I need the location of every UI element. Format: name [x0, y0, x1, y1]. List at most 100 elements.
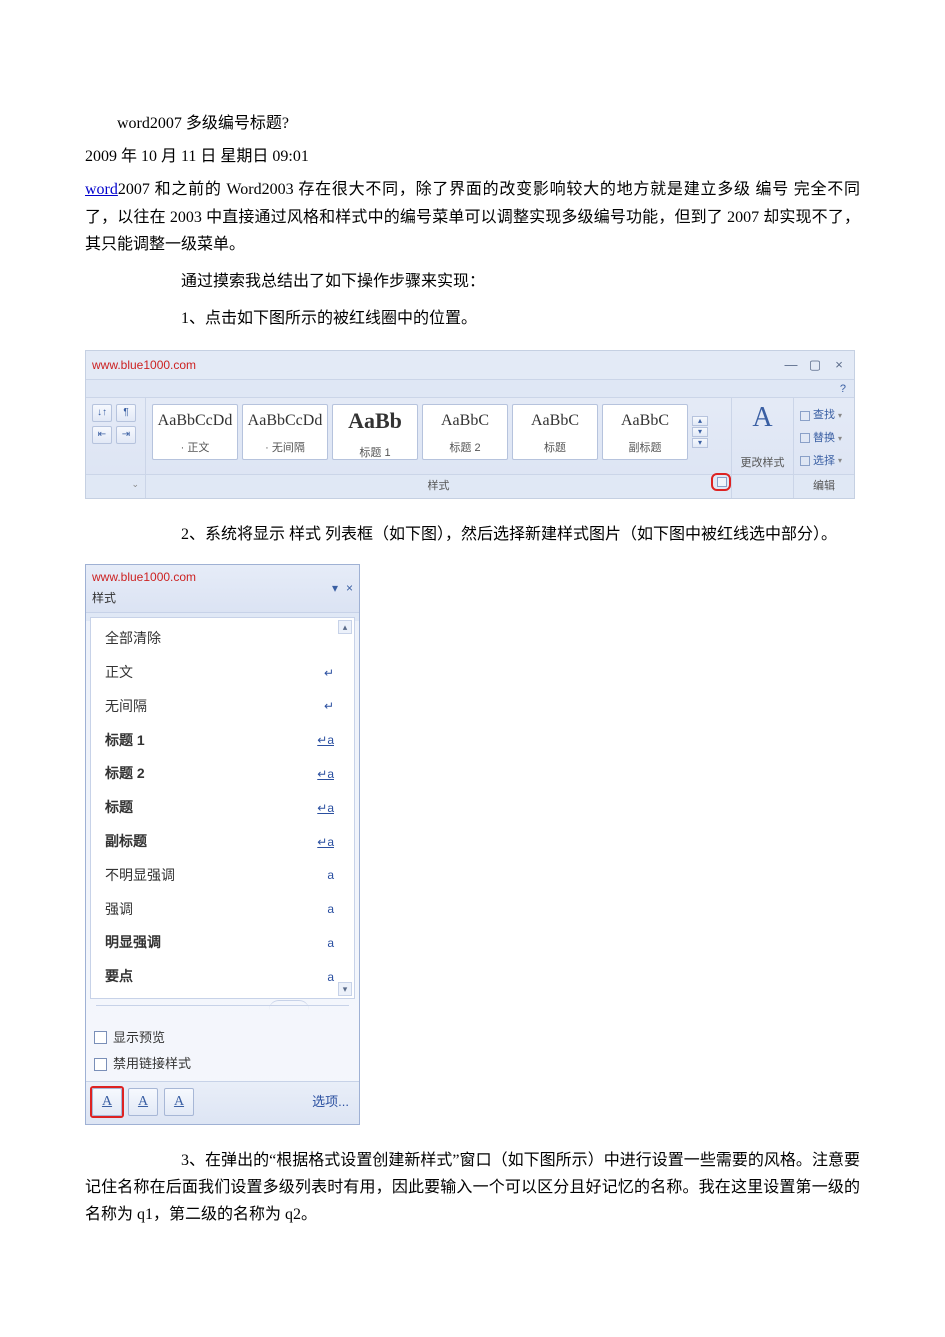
manage-styles-button[interactable]: A	[164, 1088, 194, 1116]
style-list-item[interactable]: 不明显强调 a	[91, 859, 354, 893]
step-2-text: 2、系统将显示 样式 列表框（如下图），然后选择新建样式图片（如下图中被红线选中…	[85, 521, 860, 548]
edit-item[interactable]: 查找 ▾	[800, 406, 848, 425]
style-name: 标题	[105, 796, 133, 820]
style-type-icon: ↵a	[317, 764, 334, 784]
style-type-icon: ↵	[324, 663, 334, 683]
style-name: 无间隔	[105, 695, 147, 719]
style-type-icon: ↵a	[317, 798, 334, 818]
style-tile[interactable]: AaBbCcDd · 正文	[152, 404, 238, 460]
edit-item-icon	[800, 433, 810, 443]
ribbon-footer-paragraph: ⌄	[86, 475, 146, 498]
chevron-up-icon: ▴	[692, 416, 708, 426]
ribbon-footer-styles-label: 样式	[428, 480, 450, 492]
style-preview-text: AaBbC	[531, 407, 579, 434]
edit-item-label: 替换	[813, 429, 835, 448]
ribbon-group-styles: AaBbCcDd· 正文AaBbCcDd· 无间隔AaBb标题 1AaBbC标题…	[146, 398, 732, 474]
style-list-item[interactable]: 标题 ↵a	[91, 791, 354, 825]
chevron-down-icon: ▾	[838, 432, 842, 446]
style-name: 全部清除	[105, 627, 161, 651]
style-list-item[interactable]: 明显强调 a	[91, 926, 354, 960]
style-tile[interactable]: AaBbCcDd· 无间隔	[242, 404, 328, 460]
word-link[interactable]: word	[85, 181, 118, 198]
show-preview-label: 显示预览	[113, 1027, 165, 1049]
ribbon-footer-styles: 样式	[146, 475, 732, 498]
ribbon-footer: ⌄ 样式 编辑	[86, 474, 854, 498]
styles-options-link[interactable]: 选项...	[312, 1091, 349, 1113]
style-type-icon: a	[327, 933, 334, 953]
ribbon-group-change-style[interactable]: A 更改样式	[732, 398, 794, 474]
style-inspector-button[interactable]: A	[128, 1088, 158, 1116]
indent-right-button[interactable]: ⇥	[116, 426, 136, 444]
checkbox-icon	[94, 1031, 107, 1044]
style-tile-label: · 正文	[181, 439, 210, 458]
edit-item[interactable]: 替换 ▾	[800, 429, 848, 448]
style-name: 要点	[105, 965, 133, 989]
red-highlight-box	[90, 1086, 124, 1118]
help-icon[interactable]: ?	[840, 380, 846, 397]
style-type-icon: ↵	[324, 696, 334, 716]
minimize-icon[interactable]: —	[784, 354, 798, 376]
style-tile[interactable]: AaBbC副标题	[602, 404, 688, 460]
article-datetime: 2009 年 10 月 11 日 星期日 09:01	[85, 143, 860, 170]
ribbon-tabbar: ?	[86, 380, 854, 398]
style-list-item[interactable]: 标题 1↵a	[91, 724, 354, 758]
style-name: 标题 1	[105, 729, 145, 753]
style-tile-label: 标题 2	[449, 439, 480, 458]
intro-paragraph: word2007 和之前的 Word2003 存在很大不同，除了界面的改变影响较…	[85, 176, 860, 258]
style-list-item[interactable]: 要点a	[91, 960, 354, 994]
ribbon-titlebar: www.blue1000.com — ▢ ×	[86, 351, 854, 380]
style-preview-text: AaBbCcDd	[158, 407, 233, 434]
style-name: 副标题	[105, 830, 147, 854]
edit-item-icon	[800, 456, 810, 466]
disable-linked-checkbox[interactable]: 禁用链接样式	[94, 1053, 351, 1075]
ribbon-body: ↓↑ ¶ ⇤ ⇥ AaBbCcDd· 正文AaBbCcDd· 无间隔AaBb标题…	[86, 398, 854, 474]
style-gallery[interactable]: AaBbCcDd· 正文AaBbCcDd· 无间隔AaBb标题 1AaBbC标题…	[152, 404, 725, 464]
document-page: word2007 多级编号标题? 2009 年 10 月 11 日 星期日 09…	[0, 0, 945, 1337]
change-style-label: 更改样式	[741, 454, 785, 473]
styles-pane-close-icon[interactable]: ×	[346, 578, 353, 598]
ribbon-group-editing: 查找 ▾替换 ▾选择 ▾	[794, 398, 854, 474]
intro-text: 2007 和之前的 Word2003 存在很大不同，除了界面的改变影响较大的地方…	[85, 181, 860, 252]
style-tile-label: 副标题	[629, 439, 662, 458]
indent-left-button[interactable]: ⇤	[92, 426, 112, 444]
dialog-launcher-icon[interactable]: ⌄	[131, 477, 139, 496]
show-preview-checkbox[interactable]: 显示预览	[94, 1027, 351, 1049]
style-preview-text: AaBb	[348, 402, 402, 439]
sort-button[interactable]: ↓↑	[92, 404, 112, 422]
styles-pane-buttons: A A A	[92, 1088, 194, 1116]
style-name: 不明显强调	[105, 864, 175, 888]
style-list-item[interactable]: 全部清除	[91, 622, 354, 656]
edit-item-label: 查找	[813, 406, 835, 425]
styles-list: ▴ ▾ 全部清除正文↵无间隔↵标题 1↵a标题 2↵a标题↵a副标题↵a不明显强…	[90, 617, 355, 999]
close-icon[interactable]: ×	[832, 354, 846, 376]
styles-pane-figure: www.blue1000.com 样式 ▾ × ▴ ▾ 全部清除正文↵无间隔↵标…	[85, 564, 360, 1125]
pilcrow-button[interactable]: ¶	[116, 404, 136, 422]
style-tile[interactable]: AaBb标题 1	[332, 404, 418, 460]
style-tile[interactable]: AaBbC 标题	[512, 404, 598, 460]
style-preview-text: AaBbCcDd	[248, 407, 323, 434]
maximize-icon[interactable]: ▢	[808, 354, 822, 376]
style-tile-label: 标题	[544, 439, 566, 458]
chevron-down-icon: ▾	[838, 454, 842, 468]
style-list-item[interactable]: 副标题 ↵a	[91, 825, 354, 859]
checkbox-icon	[94, 1058, 107, 1071]
style-tile[interactable]: AaBbC标题 2	[422, 404, 508, 460]
style-list-item[interactable]: 无间隔 ↵	[91, 690, 354, 724]
style-list-item[interactable]: 标题 2 ↵a	[91, 757, 354, 791]
style-list-item[interactable]: 强调a	[91, 893, 354, 927]
style-list-item[interactable]: 正文↵	[91, 656, 354, 690]
style-type-icon: ↵a	[317, 832, 334, 852]
style-name: 标题 2	[105, 762, 145, 786]
style-type-icon: a	[327, 865, 334, 885]
scroll-down-icon[interactable]: ▾	[338, 982, 352, 996]
edit-item-label: 选择	[813, 452, 835, 471]
step-3-text: 3、在弹出的“根据格式设置创建新样式”窗口（如下图所示）中进行设置一些需要的风格…	[85, 1147, 860, 1229]
styles-pane-dropdown-icon[interactable]: ▾	[332, 578, 338, 598]
ribbon-group-paragraph: ↓↑ ¶ ⇤ ⇥	[86, 398, 146, 474]
step-1-text: 1、点击如下图所示的被红线圈中的位置。	[85, 305, 860, 332]
style-name: 明显强调	[105, 931, 161, 955]
ribbon-footer-edit: 编辑	[794, 475, 854, 498]
edit-item[interactable]: 选择 ▾	[800, 452, 848, 471]
gallery-scroll[interactable]: ▴▾▾	[692, 404, 708, 460]
scroll-up-icon[interactable]: ▴	[338, 620, 352, 634]
